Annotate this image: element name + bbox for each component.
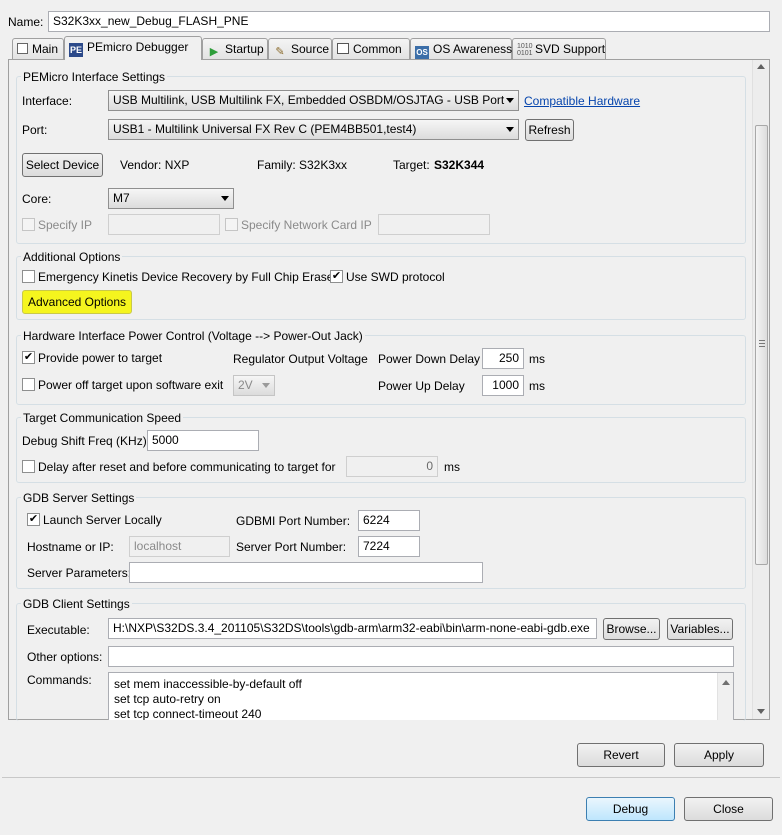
delay-unit: ms (444, 460, 460, 474)
gdb-client-title: GDB Client Settings (21, 597, 132, 611)
swd-checkbox[interactable]: ✔ (330, 270, 343, 283)
specify-ip-label: Specify IP (38, 218, 93, 232)
core-label: Core: (22, 192, 52, 206)
server-params-label: Server Parameters: (27, 566, 132, 580)
other-options-field[interactable] (108, 646, 734, 667)
chevron-down-icon (221, 196, 229, 201)
executable-field[interactable]: H:\NXP\S32DS.3.4_201105\S32DS\tools\gdb-… (108, 618, 597, 639)
variables-button[interactable]: Variables... (667, 618, 733, 640)
comm-speed-title: Target Communication Speed (21, 411, 184, 425)
command-line: set mem inaccessible-by-default off (114, 677, 302, 691)
gdbmi-label: GDBMI Port Number: (236, 514, 351, 528)
swd-label: Use SWD protocol (346, 270, 445, 284)
power-up-label: Power Up Delay (378, 379, 465, 393)
target-label: Target: (393, 158, 430, 172)
gdbmi-field[interactable]: 6224 (358, 510, 420, 531)
executable-label: Executable: (27, 623, 90, 637)
browse-button[interactable]: Browse... (603, 618, 660, 640)
server-port-label: Server Port Number: (236, 540, 347, 554)
family-text: Family: S32K3xx (257, 158, 348, 172)
launch-server-label: Launch Server Locally (43, 513, 162, 527)
target-value: S32K344 (434, 158, 485, 172)
power-down-unit: ms (529, 352, 545, 366)
port-select[interactable]: USB1 - Multilink Universal FX Rev C (PEM… (108, 119, 519, 140)
power-off-checkbox[interactable] (22, 378, 35, 391)
core-select[interactable]: M7 (108, 188, 234, 209)
power-up-field[interactable]: 1000 (482, 375, 524, 396)
specify-network-checkbox[interactable] (225, 218, 238, 231)
specify-network-label: Specify Network Card IP (241, 218, 372, 232)
command-line: set tcp auto-retry on (114, 692, 221, 706)
freq-field[interactable]: 5000 (147, 430, 259, 451)
power-down-field[interactable]: 250 (482, 348, 524, 369)
ip-field[interactable] (108, 214, 220, 235)
power-off-label: Power off target upon software exit (38, 378, 224, 392)
provide-power-label: Provide power to target (38, 351, 163, 365)
power-up-unit: ms (529, 379, 545, 393)
interface-label: Interface: (22, 94, 73, 108)
commands-scrollbar[interactable] (717, 673, 733, 720)
advanced-options-button[interactable]: Advanced Options (22, 290, 132, 314)
specify-ip-checkbox[interactable] (22, 218, 35, 231)
emergency-recovery-label: Emergency Kinetis Device Recovery by Ful… (38, 270, 334, 284)
debug-button[interactable]: Debug (586, 797, 675, 821)
power-down-label: Power Down Delay (378, 352, 481, 366)
power-control-group (16, 335, 746, 405)
power-control-title: Hardware Interface Power Control (Voltag… (21, 329, 365, 343)
chevron-down-icon (506, 127, 514, 132)
scroll-up-icon[interactable] (722, 680, 730, 685)
network-card-field[interactable] (378, 214, 490, 235)
content: PEMicro Interface Settings Interface: US… (0, 0, 782, 835)
close-button[interactable]: Close (684, 797, 773, 821)
tab-pemicro-debugger[interactable]: PE PEmicro Debugger (64, 36, 202, 60)
chevron-down-icon (262, 383, 270, 388)
other-options-label: Other options: (27, 650, 103, 664)
refresh-button[interactable]: Refresh (525, 119, 574, 141)
emergency-recovery-checkbox[interactable] (22, 270, 35, 283)
vendor-text: Vendor: NXP (120, 158, 190, 172)
compatible-hardware-link[interactable]: Compatible Hardware (524, 94, 640, 108)
gdb-server-title: GDB Server Settings (21, 491, 137, 505)
delay-after-reset-label: Delay after reset and before communicati… (38, 460, 336, 474)
delay-field[interactable]: 0 (346, 456, 438, 477)
pemicro-icon: PE (69, 43, 83, 57)
additional-options-title: Additional Options (21, 250, 123, 264)
freq-label: Debug Shift Freq (KHz) (22, 434, 147, 448)
interface-settings-title: PEMicro Interface Settings (21, 70, 168, 84)
chevron-down-icon (506, 98, 514, 103)
delay-after-reset-checkbox[interactable] (22, 460, 35, 473)
port-label: Port: (22, 123, 48, 137)
provide-power-checkbox[interactable]: ✔ (22, 351, 35, 364)
hostname-field[interactable]: localhost (129, 536, 230, 557)
command-line: set tcp connect-timeout 240 (114, 707, 262, 720)
interface-select[interactable]: USB Multilink, USB Multilink FX, Embedde… (108, 90, 519, 111)
regulator-select[interactable]: 2V (233, 375, 275, 396)
launch-server-checkbox[interactable]: ✔ (27, 513, 40, 526)
regulator-label: Regulator Output Voltage (233, 352, 368, 366)
hostname-label: Hostname or IP: (27, 540, 114, 554)
revert-button[interactable]: Revert (577, 743, 665, 767)
server-params-field[interactable] (129, 562, 483, 583)
dialog-separator (2, 777, 780, 778)
commands-textarea[interactable]: set mem inaccessible-by-default off set … (108, 672, 734, 720)
server-port-field[interactable]: 7224 (358, 536, 420, 557)
commands-label: Commands: (27, 673, 92, 687)
select-device-button[interactable]: Select Device (22, 153, 103, 177)
apply-button[interactable]: Apply (674, 743, 764, 767)
